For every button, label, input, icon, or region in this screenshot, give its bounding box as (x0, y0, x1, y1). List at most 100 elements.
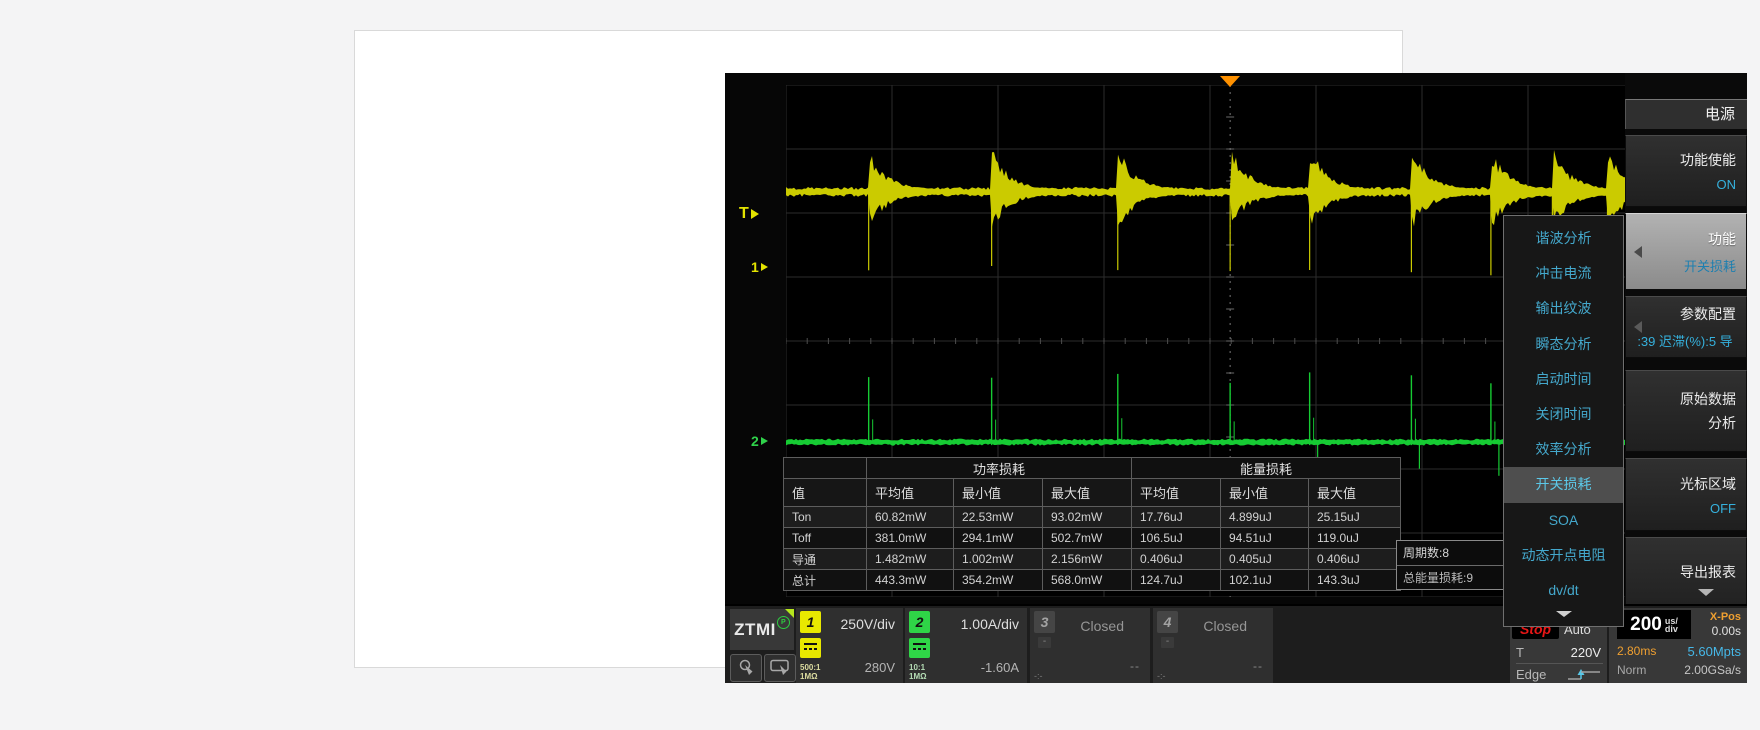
table-cell: 0.405uJ (1221, 549, 1309, 570)
channel4-state: Closed (1203, 618, 1247, 634)
trigger-source: T (1516, 645, 1524, 660)
menu-item-transient-analysis[interactable]: 瞬态分析 (1504, 327, 1623, 362)
touch-gesture-button[interactable] (730, 654, 762, 682)
sidebar-button-raw-data-analysis[interactable]: 原始数据 分析 (1625, 370, 1747, 452)
table-cell: 22.53mW (954, 507, 1043, 528)
group-header-energy-loss: 能量损耗 (1132, 458, 1401, 479)
channel3-offset: -- (1130, 659, 1140, 673)
function-dropdown-menu: 谐波分析冲击电流输出纹波瞬态分析启动时间关闭时间效率分析开关损耗SOA动态开点电… (1503, 215, 1624, 627)
brand-text: ZTMI (734, 620, 776, 640)
sidebar-button-function[interactable]: 功能 开关损耗 (1625, 213, 1747, 290)
column-header: 平均值 (867, 479, 954, 507)
menu-item-output-ripple[interactable]: 输出纹波 (1504, 291, 1623, 326)
table-row-conduction: 导通1.482mW1.002mW2.156mW0.406uJ0.405uJ0.4… (784, 549, 1401, 570)
table-cell: Ton (784, 507, 867, 528)
channel2-block[interactable]: 2 10:1 1MΩ 1.00A/div -1.60A (905, 608, 1027, 683)
channel2-badge[interactable]: 2 (909, 611, 930, 633)
column-header: 最小值 (1221, 479, 1309, 507)
menu-item-inrush-current[interactable]: 冲击电流 (1504, 256, 1623, 291)
table-cell: 106.5uJ (1132, 528, 1221, 549)
timebase-value: 200 (1630, 614, 1662, 636)
channel4-offset: -- (1253, 659, 1263, 673)
table-cell: 4.899uJ (1221, 507, 1309, 528)
table-cell: 17.76uJ (1132, 507, 1221, 528)
channel3-badge[interactable]: 3 (1034, 611, 1055, 633)
channel1-probe: 500:1 1MΩ (800, 663, 820, 681)
table-cell: 294.1mW (954, 528, 1043, 549)
total-energy-loss: 总能量损耗:9 (1397, 565, 1511, 590)
table-cell: 60.82mW (867, 507, 954, 528)
menu-item-shutdown-time[interactable]: 关闭时间 (1504, 397, 1623, 432)
trigger-level-marker[interactable]: T (739, 205, 759, 223)
channel4-coupling-placeholder: - (1161, 637, 1174, 648)
table-cell: 0.406uJ (1132, 549, 1221, 570)
channel2-offset: -1.60A (981, 660, 1019, 675)
menu-item-efficiency-analysis[interactable]: 效率分析 (1504, 432, 1623, 467)
channel2-position-marker[interactable]: 2 (751, 433, 768, 449)
table-cell: 0.406uJ (1309, 549, 1401, 570)
menu-item-dvdt[interactable]: dv/dt (1504, 573, 1623, 608)
table-group-header: 功率损耗能量损耗 (784, 458, 1401, 479)
menu-more-indicator[interactable] (1556, 611, 1572, 617)
channel1-position-marker[interactable]: 1 (751, 259, 768, 275)
menu-item-switching-loss[interactable]: 开关损耗 (1504, 467, 1623, 502)
cycle-count: 周期数:8 (1397, 541, 1511, 565)
channel2-scale: 1.00A/div (961, 616, 1019, 632)
channel1-badge[interactable]: 1 (800, 611, 821, 633)
cycle-info-box: 周期数:8 总能量损耗:9 (1396, 540, 1512, 590)
sidebar-button-function-enable[interactable]: 功能使能 ON (1625, 135, 1747, 207)
channel2-probe: 10:1 1MΩ (909, 663, 927, 681)
touch-icon (736, 657, 756, 677)
channel1-marker-label: 1 (751, 259, 759, 275)
xpos-value: 0.00s (1712, 624, 1741, 638)
menu-item-startup-time[interactable]: 启动时间 (1504, 362, 1623, 397)
touchpad-button[interactable] (764, 654, 796, 682)
button-label: 导出报表 (1680, 562, 1736, 582)
table-cell: 94.51uJ (1221, 528, 1309, 549)
table-cell: 119.0uJ (1309, 528, 1401, 549)
channel2-coupling-icon (909, 638, 930, 658)
sidebar-button-param-config[interactable]: 参数配置 :39 迟滞(%):5 导 (1625, 296, 1747, 358)
button-label: 参数配置 (1680, 304, 1736, 324)
right-arrow-icon (761, 437, 768, 445)
table-cell: 2.156mW (1043, 549, 1132, 570)
timebase-scale[interactable]: 200 us/ div (1617, 610, 1691, 639)
button-label: 原始数据 (1680, 389, 1736, 409)
table-row-total: 总计443.3mW354.2mW568.0mW124.7uJ102.1uJ143… (784, 570, 1401, 591)
table-cell: 568.0mW (1043, 570, 1132, 591)
sidebar-button-cursor-zone[interactable]: 光标区域 OFF (1625, 458, 1747, 531)
table-cell: 导通 (784, 549, 867, 570)
button-value: 开关损耗 (1684, 256, 1736, 275)
table-cell: 381.0mW (867, 528, 954, 549)
channel3-probe: -:- (1034, 672, 1043, 681)
channel3-coupling-placeholder: - (1038, 637, 1051, 648)
collapse-arrow-icon (1634, 321, 1642, 333)
button-value: OFF (1710, 501, 1736, 516)
trigger-type: Edge (1516, 667, 1546, 682)
table-cell: 124.7uJ (1132, 570, 1221, 591)
table-cell: 1.482mW (867, 549, 954, 570)
channel3-block[interactable]: 3 - -:- Closed -- (1030, 608, 1150, 683)
menu-item-dynamic-on-resistance[interactable]: 动态开点电阻 (1504, 538, 1623, 573)
channel1-block[interactable]: 1 500:1 1MΩ 250V/div 280V (796, 608, 903, 683)
sidebar-header-power[interactable]: 电源 (1625, 99, 1747, 129)
record-points: 5.60Mpts (1688, 644, 1741, 659)
column-header: 最大值 (1043, 479, 1132, 507)
group-header-power-loss: 功率损耗 (867, 458, 1132, 479)
menu-item-harmonic-analysis[interactable]: 谐波分析 (1504, 221, 1623, 256)
timebase-block[interactable]: 200 us/ div X-Pos 0.00s 2.80ms 5.60Mpts … (1609, 608, 1747, 683)
channel4-badge[interactable]: 4 (1157, 611, 1178, 633)
record-length: 2.80ms (1617, 644, 1656, 658)
acquire-mode: Norm (1617, 663, 1646, 677)
menu-item-soa[interactable]: SOA (1504, 503, 1623, 538)
table-cell: 102.1uJ (1221, 570, 1309, 591)
table-cell: Toff (784, 528, 867, 549)
oscilloscope-screen: T 1 2 功率损耗能量损耗值平均值最小值最大值平均值最小值最大值Ton60.8… (725, 73, 1747, 683)
column-header: 最大值 (1309, 479, 1401, 507)
button-label: 光标区域 (1680, 474, 1736, 494)
table-cell: 143.3uJ (1309, 570, 1401, 591)
channel4-block[interactable]: 4 - -:- Closed -- (1153, 608, 1273, 683)
corner-fold-decoration (785, 609, 794, 618)
trigger-position-marker[interactable] (1220, 76, 1240, 87)
sidebar-menu: 电源 功能使能 ON 功能 开关损耗 参数配置 :39 迟滞(%):5 导 原始… (1625, 73, 1747, 604)
